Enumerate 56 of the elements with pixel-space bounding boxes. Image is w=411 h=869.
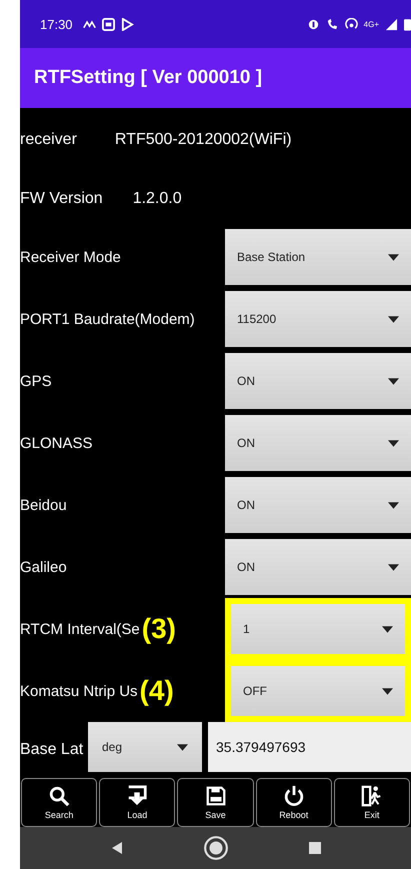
caret-icon: [388, 254, 399, 260]
network-type: 4G+: [364, 20, 379, 28]
battery-icon: [404, 18, 411, 30]
dropdown[interactable]: ON: [225, 415, 411, 471]
toolbar-button[interactable]: Save: [177, 778, 254, 827]
caret-icon: [388, 378, 399, 384]
home-icon[interactable]: [202, 835, 228, 861]
setting-label: receiver: [20, 131, 77, 149]
toolbar-button[interactable]: Load: [99, 778, 176, 827]
setting-label: Galileo: [20, 558, 67, 576]
caret-icon: [388, 316, 399, 322]
recents-icon[interactable]: [308, 841, 322, 855]
exit-icon: [360, 785, 383, 807]
setting-label: GLONASS: [20, 434, 93, 452]
play-icon: [120, 18, 134, 30]
caret-icon: [177, 744, 188, 750]
dropdown[interactable]: ON: [225, 539, 411, 595]
download-icon: [126, 785, 148, 807]
back-icon[interactable]: [110, 841, 124, 855]
dropdown[interactable]: ON: [225, 353, 411, 409]
setting-label: Beidou: [20, 496, 67, 514]
annotation-number: (3): [142, 613, 176, 645]
setting-label: Base Lat: [20, 742, 84, 758]
app-title: RTFSetting [ Ver 000010 ]: [34, 67, 262, 89]
dropdown[interactable]: 1: [225, 598, 411, 660]
call-icon: [326, 18, 339, 30]
setting-label: PORT1 Baudrate(Modem): [20, 310, 195, 328]
dropdown[interactable]: OFF: [225, 660, 411, 722]
search-icon: [48, 785, 70, 807]
power-icon: [282, 785, 305, 807]
toolbar-button[interactable]: Search: [21, 778, 98, 827]
save-icon: [204, 785, 226, 807]
setting-label: Receiver Mode: [20, 248, 121, 266]
annotation-number: (4): [140, 675, 174, 707]
signal-icon: [385, 18, 398, 30]
status-time: 17:30: [40, 16, 73, 32]
dropdown[interactable]: ON: [225, 477, 411, 533]
unit-dropdown[interactable]: deg: [88, 722, 202, 772]
caret-icon: [388, 440, 399, 446]
setting-label: GPS: [20, 372, 52, 390]
caret-icon: [388, 502, 399, 508]
dropdown[interactable]: Base Station: [225, 229, 411, 285]
setting-label: RTCM Interval(Se: [20, 620, 140, 638]
caret-icon: [382, 626, 393, 632]
caret-icon: [388, 564, 399, 570]
latitude-field[interactable]: 35.379497693: [208, 722, 411, 772]
dropdown[interactable]: 115200: [225, 291, 411, 347]
hotspot-icon: [344, 18, 358, 30]
setting-label: Komatsu Ntrip Us: [20, 682, 138, 700]
toolbar-button[interactable]: Reboot: [256, 778, 332, 827]
setting-value: 1.2.0.0: [132, 190, 182, 208]
toolbar-button[interactable]: Exit: [334, 778, 410, 827]
message-icon: [102, 18, 115, 30]
setting-value: RTF500-20120002(WiFi): [114, 131, 292, 149]
setting-label: FW Version: [20, 190, 103, 208]
caret-icon: [382, 688, 393, 694]
